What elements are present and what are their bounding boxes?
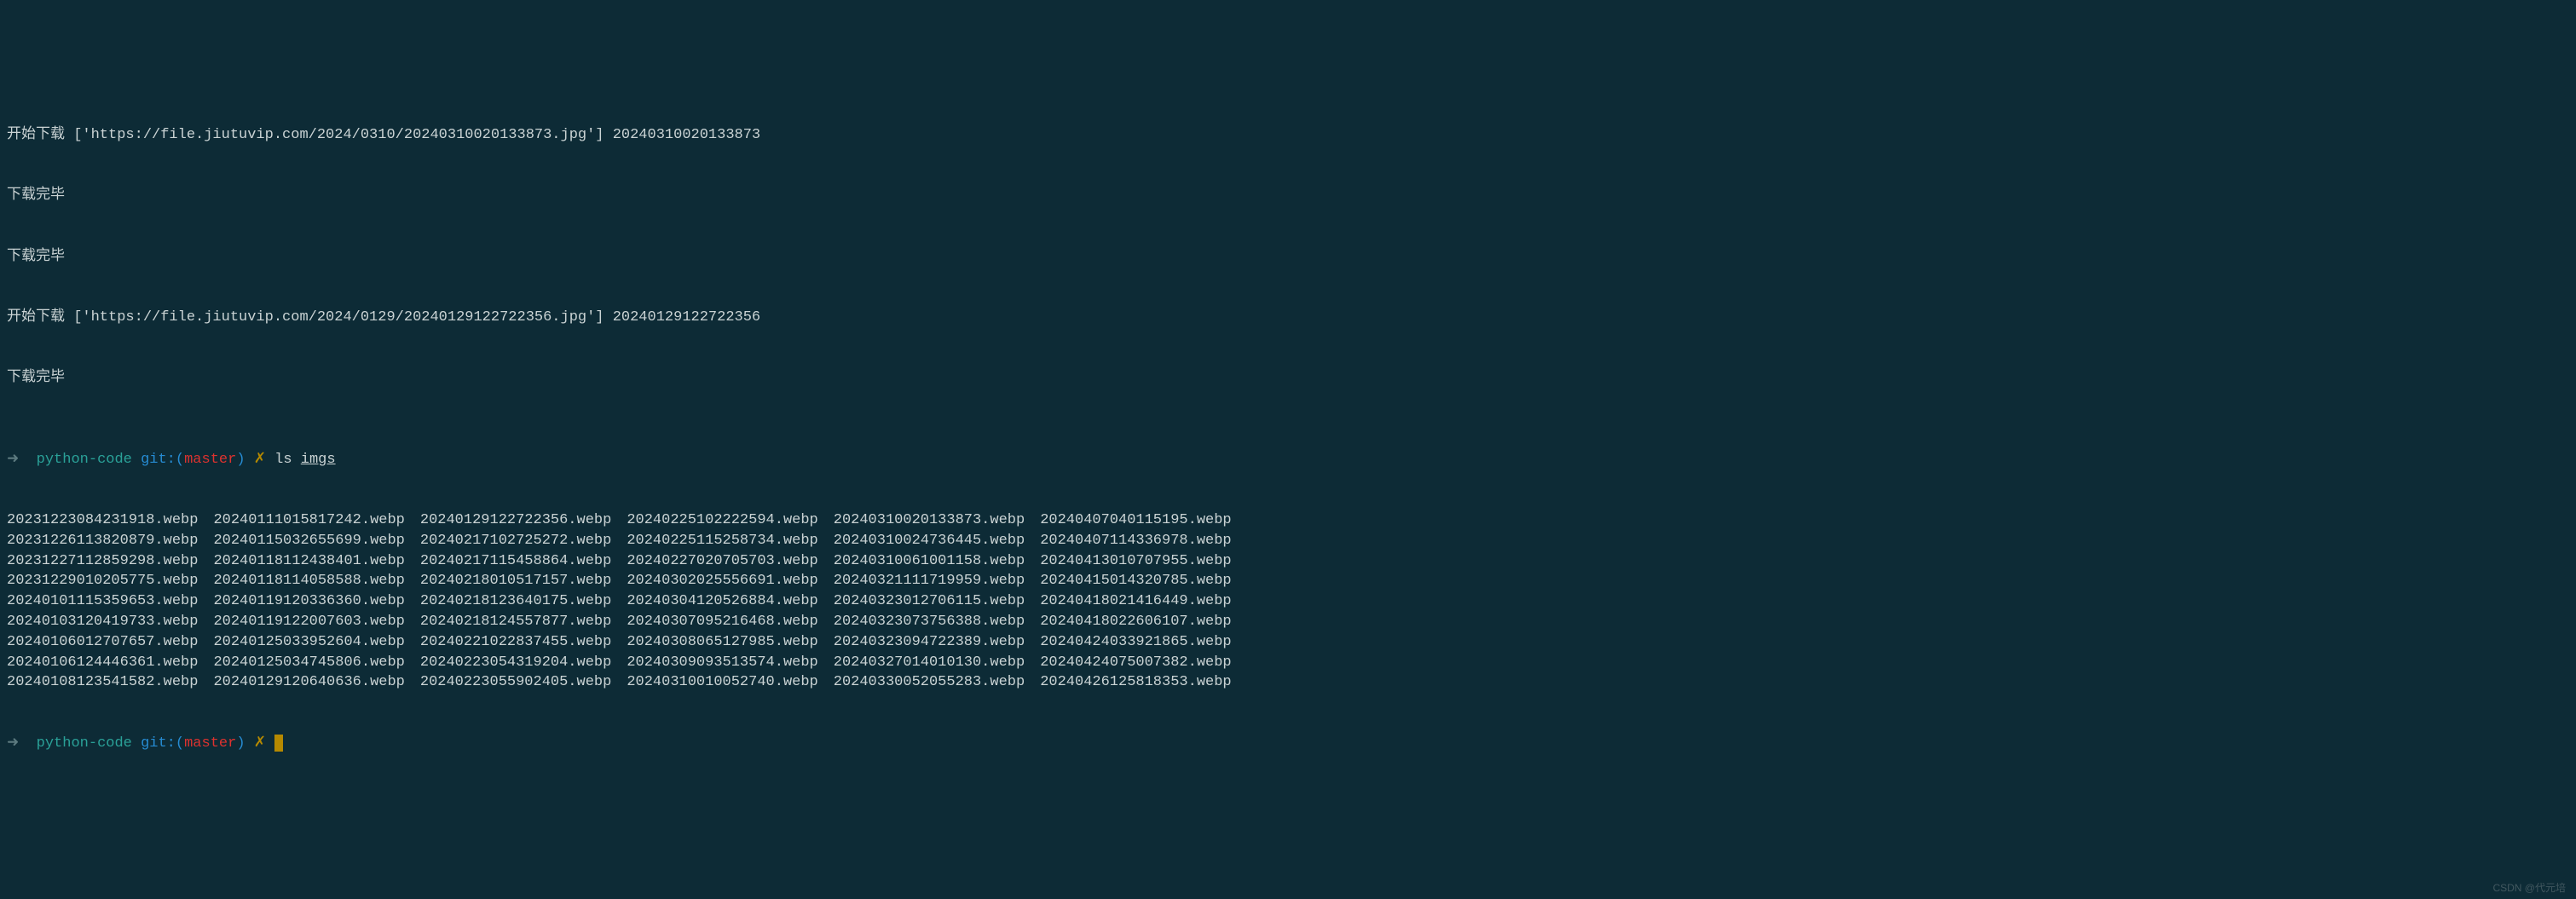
file-item: 20240424075007382.webp	[1040, 653, 1231, 673]
file-item: 20240108123541582.webp	[7, 672, 198, 693]
file-item: 20240221022837455.webp	[420, 632, 611, 653]
command-name: ls	[274, 452, 292, 468]
file-item: 20240223054319204.webp	[420, 653, 611, 673]
output-line: 开始下载 ['https://file.jiutuvip.com/2024/03…	[7, 125, 2569, 146]
file-item: 20240119122007603.webp	[213, 612, 404, 632]
file-item: 20240217102725272.webp	[420, 531, 611, 551]
file-item: 20240424033921865.webp	[1040, 632, 1231, 653]
cursor	[274, 735, 283, 752]
output-line: 下载完毕	[7, 186, 2569, 206]
file-item: 20240217115458864.webp	[420, 551, 611, 572]
prompt-arrow-icon: ➜	[7, 735, 19, 752]
file-item: 20240407114336978.webp	[1040, 531, 1231, 551]
file-item: 20240118112438401.webp	[213, 551, 404, 572]
file-item: 20240309093513574.webp	[627, 653, 817, 673]
prompt-arrow-icon: ➜	[7, 452, 19, 468]
file-item: 20240129120640636.webp	[213, 672, 404, 693]
file-item: 20240227020705703.webp	[627, 551, 817, 572]
file-item: 20240111015817242.webp	[213, 510, 404, 531]
file-item: 20240310010052740.webp	[627, 672, 817, 693]
file-item: 20240310061001158.webp	[834, 551, 1025, 572]
file-item: 20240415014320785.webp	[1040, 571, 1231, 591]
prompt-git-close: )	[236, 735, 245, 752]
file-item: 20240106124446361.webp	[7, 653, 198, 673]
file-item: 20231227112859298.webp	[7, 551, 198, 572]
output-line: 下载完毕	[7, 247, 2569, 268]
prompt-git-label: git:(	[141, 735, 184, 752]
file-item: 20240407040115195.webp	[1040, 510, 1231, 531]
prompt-branch: master	[184, 452, 236, 468]
file-item: 20240426125818353.webp	[1040, 672, 1231, 693]
file-item: 20240323012706115.webp	[834, 591, 1025, 612]
file-item: 20240418022606107.webp	[1040, 612, 1231, 632]
prompt-path: python-code	[37, 452, 132, 468]
file-item: 20240119120336360.webp	[213, 591, 404, 612]
file-item: 20240125033952604.webp	[213, 632, 404, 653]
file-item: 20240129122722356.webp	[420, 510, 611, 531]
watermark: CSDN @代元培	[2492, 881, 2566, 896]
file-item: 20240307095216468.webp	[627, 612, 817, 632]
terminal-output: 开始下载 ['https://file.jiutuvip.com/2024/03…	[7, 84, 2569, 409]
file-item: 20240308065127985.webp	[627, 632, 817, 653]
file-item: 20231229010205775.webp	[7, 571, 198, 591]
prompt-git-close: )	[236, 452, 245, 468]
file-item: 20240106012707657.webp	[7, 632, 198, 653]
command-arg: imgs	[301, 452, 336, 468]
file-item: 20231223084231918.webp	[7, 510, 198, 531]
file-item: 20240103120419733.webp	[7, 612, 198, 632]
ls-output: 20231223084231918.webp 20240111015817242.…	[7, 510, 2569, 693]
file-item: 20240413010707955.webp	[1040, 551, 1231, 572]
prompt-dirty-icon: ✗	[254, 452, 266, 468]
file-item: 20240302025556691.webp	[627, 571, 817, 591]
shell-prompt[interactable]: ➜ python-code git:(master) ✗	[7, 734, 2569, 754]
output-line: 开始下载 ['https://file.jiutuvip.com/2024/01…	[7, 308, 2569, 328]
prompt-git-label: git:(	[141, 452, 184, 468]
output-line: 下载完毕	[7, 368, 2569, 389]
file-item: 20240330052055283.webp	[834, 672, 1025, 693]
file-item: 20240101115359653.webp	[7, 591, 198, 612]
file-item: 20240115032655699.webp	[213, 531, 404, 551]
file-item: 20240223055902405.webp	[420, 672, 611, 693]
file-item: 20240323073756388.webp	[834, 612, 1025, 632]
prompt-dirty-icon: ✗	[254, 735, 266, 752]
prompt-path: python-code	[37, 735, 132, 752]
file-item: 20240310024736445.webp	[834, 531, 1025, 551]
file-item: 20240225115258734.webp	[627, 531, 817, 551]
file-item: 20240310020133873.webp	[834, 510, 1025, 531]
file-item: 20240327014010130.webp	[834, 653, 1025, 673]
shell-prompt[interactable]: ➜ python-code git:(master) ✗ ls imgs	[7, 450, 2569, 470]
file-item: 20240304120526884.webp	[627, 591, 817, 612]
file-item: 20240218124557877.webp	[420, 612, 611, 632]
prompt-branch: master	[184, 735, 236, 752]
file-item: 20240218123640175.webp	[420, 591, 611, 612]
file-item: 20240225102222594.webp	[627, 510, 817, 531]
file-item: 20240218010517157.webp	[420, 571, 611, 591]
file-item: 20240118114058588.webp	[213, 571, 404, 591]
file-item: 20240125034745806.webp	[213, 653, 404, 673]
file-item: 20240321111719959.webp	[834, 571, 1025, 591]
file-item: 20240323094722389.webp	[834, 632, 1025, 653]
file-item: 20240418021416449.webp	[1040, 591, 1231, 612]
file-item: 20231226113820879.webp	[7, 531, 198, 551]
